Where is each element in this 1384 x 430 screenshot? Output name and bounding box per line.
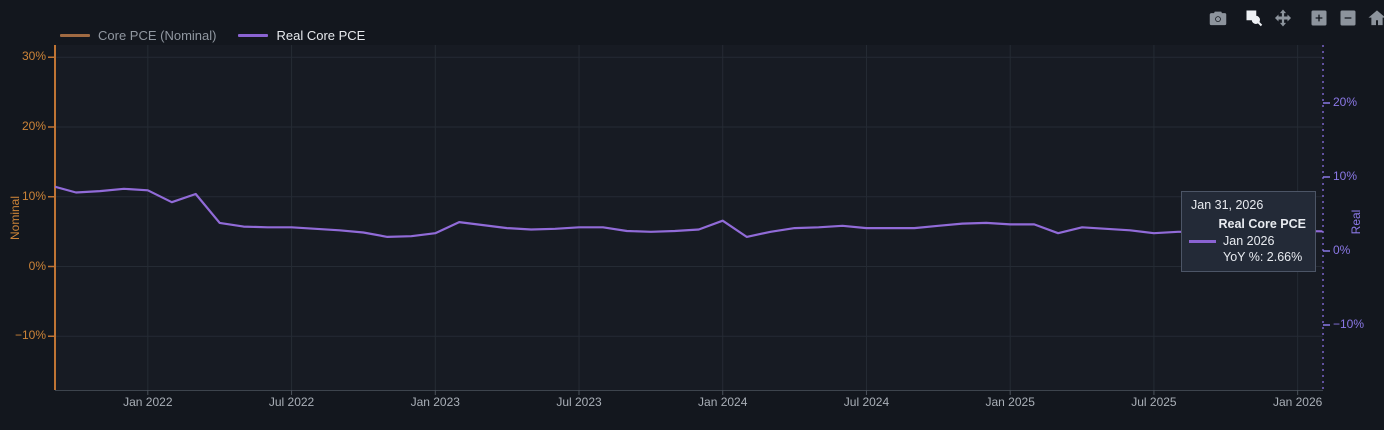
x-axis-tick-label: Jan 2025 [985, 395, 1035, 409]
zoom-in-icon[interactable] [1307, 6, 1331, 30]
left-axis-tick-label: 0% [28, 258, 46, 273]
right-axis-tick-label: 20% [1333, 95, 1358, 109]
x-axis-tick-label: Jul 2024 [843, 395, 890, 409]
x-axis-tick-label: Jan 2023 [410, 395, 460, 409]
x-axis-tick-label: Jul 2025 [1131, 395, 1177, 409]
x-axis-tick-label: Jul 2022 [268, 395, 315, 409]
chart-canvas: Core PCE (Nominal) Real Core PCE Nominal … [0, 0, 1384, 430]
tooltip-value: YoY %: 2.66% [1223, 250, 1303, 264]
zoom-out-icon[interactable] [1336, 6, 1360, 30]
right-axis-tick-label: 10% [1333, 169, 1358, 183]
x-axis-tick-label: Jan 2026 [1272, 395, 1323, 409]
tooltip-date: Jan 31, 2026 [1191, 198, 1264, 212]
legend-line-swatch [238, 34, 269, 37]
pan-icon[interactable] [1271, 6, 1295, 30]
x-axis-tick-label: Jul 2023 [556, 395, 602, 409]
legend-item-real-core-pce[interactable]: Real Core PCE [238, 28, 365, 43]
x-axis-tick-label: Jan 2024 [698, 395, 748, 409]
left-axis-tick-label: 10% [21, 188, 46, 203]
plot-background[interactable] [55, 45, 1323, 390]
left-axis-tick-label: 30% [21, 49, 46, 64]
tooltip-line-swatch [1189, 239, 1216, 243]
hover-tooltip: Jan 31, 2026 Real Core PCE Jan 2026 YoY … [1181, 191, 1316, 272]
legend-item-label: Real Core PCE [276, 28, 366, 43]
legend: Core PCE (Nominal) Real Core PCE [60, 28, 387, 43]
right-axis-tick-label: 0% [1333, 243, 1351, 257]
box-zoom-icon[interactable] [1242, 6, 1266, 30]
right-axis-title: Real [1349, 209, 1363, 235]
legend-line-swatch [60, 34, 90, 37]
left-axis-tick-label: 20% [21, 119, 46, 133]
left-axis-tick-label: −10% [14, 328, 46, 343]
plot-area[interactable] [0, 0, 1384, 430]
tooltip-series-name: Real Core PCE [1218, 217, 1306, 231]
legend-item-label: Core PCE (Nominal) [98, 28, 217, 43]
home-icon[interactable] [1365, 6, 1384, 30]
x-axis-tick-label: Jan 2022 [123, 395, 173, 409]
legend-item-core-pce-nominal-[interactable]: Core PCE (Nominal) [60, 28, 216, 43]
camera-icon[interactable] [1206, 6, 1230, 30]
right-axis-tick-label: −10% [1333, 317, 1365, 331]
tooltip-point-label: Jan 2026 [1223, 234, 1275, 248]
plot-toolbar [1206, 6, 1384, 30]
